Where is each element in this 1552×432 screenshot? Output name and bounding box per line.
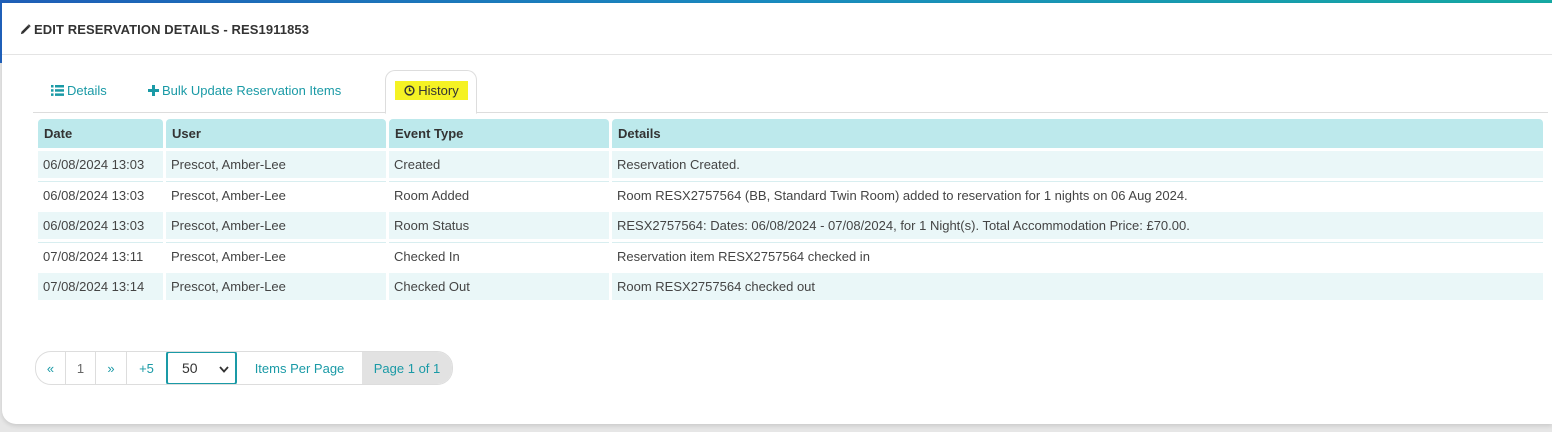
page-title: EDIT RESERVATION DETAILS - RES1911853 <box>20 22 309 38</box>
chevron-down-icon <box>219 360 229 376</box>
tab-bulk-label: Bulk Update Reservation Items <box>162 83 342 98</box>
tab-bulk-update[interactable]: Bulk Update Reservation Items <box>148 70 341 112</box>
tab-bar: Details Bulk Update Reservation Items Hi… <box>33 70 1548 114</box>
cell-date: 06/08/2024 13:03 <box>38 181 163 209</box>
cell-date: 06/08/2024 13:03 <box>38 212 163 239</box>
cell-event-type: Room Status <box>389 212 609 239</box>
table-row: 06/08/2024 13:03 Prescot, Amber-Lee Room… <box>38 181 1543 209</box>
cell-event-type: Room Added <box>389 181 609 209</box>
tab-history[interactable]: History <box>385 70 477 114</box>
page-1-button[interactable]: 1 <box>66 352 96 384</box>
table-header-row: Date User Event Type Details <box>38 119 1543 148</box>
next-page-button[interactable]: » <box>96 352 127 384</box>
tab-history-highlight: History <box>395 81 468 100</box>
cell-date: 07/08/2024 13:14 <box>38 273 163 300</box>
cell-details: Room RESX2757564 (BB, Standard Twin Room… <box>612 181 1543 209</box>
list-icon <box>51 71 64 113</box>
cell-details: Room RESX2757564 checked out <box>612 273 1543 300</box>
pagination: « 1 » +5 50 Items Per Page Page 1 of 1 <box>35 351 453 385</box>
table-row: 07/08/2024 13:14 Prescot, Amber-Lee Chec… <box>38 273 1543 300</box>
column-header-event-type[interactable]: Event Type <box>389 119 609 148</box>
cell-user: Prescot, Amber-Lee <box>166 212 386 239</box>
cell-user: Prescot, Amber-Lee <box>166 181 386 209</box>
cell-details: Reservation Created. <box>612 151 1543 178</box>
history-table: Date User Event Type Details 06/08/2024 … <box>35 116 1546 303</box>
tab-details-label: Details <box>67 83 107 98</box>
table-row: 06/08/2024 13:03 Prescot, Amber-Lee Crea… <box>38 151 1543 178</box>
page-info: Page 1 of 1 <box>362 352 452 384</box>
cell-event-type: Checked In <box>389 242 609 270</box>
cell-details: RESX2757564: Dates: 06/08/2024 - 07/08/2… <box>612 212 1543 239</box>
cell-user: Prescot, Amber-Lee <box>166 273 386 300</box>
cell-event-type: Checked Out <box>389 273 609 300</box>
clock-icon <box>404 82 415 101</box>
cell-event-type: Created <box>389 151 609 178</box>
prev-page-button[interactable]: « <box>36 352 66 384</box>
plus-icon <box>148 71 159 113</box>
cell-date: 06/08/2024 13:03 <box>38 151 163 178</box>
column-header-user[interactable]: User <box>166 119 386 148</box>
table-row: 06/08/2024 13:03 Prescot, Amber-Lee Room… <box>38 212 1543 239</box>
items-per-page-label: Items Per Page <box>254 360 345 376</box>
pencil-icon <box>20 23 31 38</box>
page-title-text: EDIT RESERVATION DETAILS - RES1911853 <box>34 22 310 37</box>
panel-header: EDIT RESERVATION DETAILS - RES1911853 <box>2 3 1552 55</box>
cell-details: Reservation item RESX2757564 checked in <box>612 242 1543 270</box>
items-per-page-select[interactable]: 50 <box>166 352 237 384</box>
tab-details[interactable]: Details <box>51 70 107 112</box>
tab-history-label: History <box>418 83 459 98</box>
plus-5-pages-button[interactable]: +5 <box>127 352 166 384</box>
column-header-date[interactable]: Date <box>38 119 163 148</box>
left-accent <box>0 3 2 63</box>
column-header-details[interactable]: Details <box>612 119 1543 148</box>
table-row: 07/08/2024 13:11 Prescot, Amber-Lee Chec… <box>38 242 1543 270</box>
cell-date: 07/08/2024 13:11 <box>38 242 163 270</box>
items-per-page-value: 50 <box>182 360 198 376</box>
cell-user: Prescot, Amber-Lee <box>166 151 386 178</box>
cell-user: Prescot, Amber-Lee <box>166 242 386 270</box>
